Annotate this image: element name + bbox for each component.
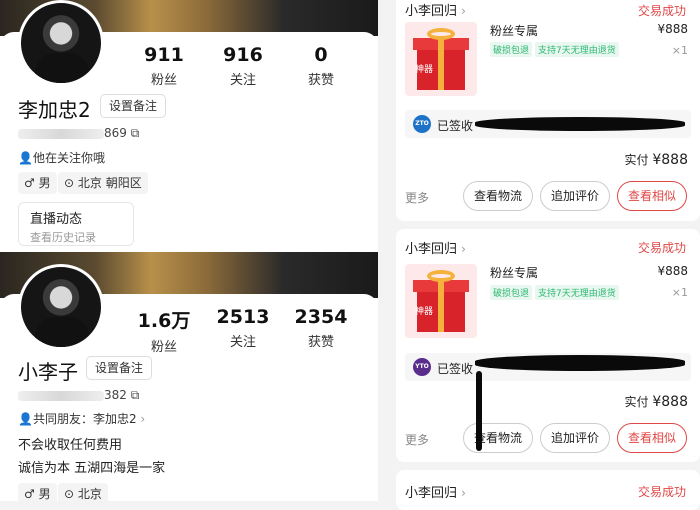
- redaction-scribble: [475, 355, 685, 371]
- chevron-right-icon: ›: [461, 486, 466, 500]
- shipping-status: 已签收: [437, 119, 474, 133]
- person-icon: 👤: [18, 151, 33, 165]
- mutual-friends[interactable]: 👤共同朋友：李加忠2 ›: [18, 410, 145, 427]
- followers-label: 粉丝: [150, 73, 177, 88]
- shop-name[interactable]: 小李回归 ›: [405, 0, 466, 19]
- shipping-row[interactable]: ZTO 已签收: [405, 110, 691, 138]
- product-image[interactable]: 神器: [405, 264, 477, 338]
- followers-stat[interactable]: 1.6万 粉丝: [129, 306, 199, 355]
- shop-name[interactable]: 小李回归 ›: [405, 238, 466, 257]
- product-image[interactable]: 神器: [405, 22, 477, 96]
- order-status: 交易成功: [637, 241, 686, 255]
- bio-line: 诚信为本 五湖四海是一家: [18, 461, 166, 476]
- bio-line: 不会收取任何费用: [18, 438, 123, 453]
- product-price: ¥888: [657, 22, 688, 36]
- location-pin-icon: ⊙: [64, 487, 75, 501]
- following-stat[interactable]: 2513 关注: [208, 306, 278, 350]
- set-remark-button[interactable]: 设置备注: [100, 94, 167, 118]
- following-label: 关注: [229, 73, 256, 88]
- live-title: 直播动态: [30, 212, 83, 227]
- chip: 破损包退: [490, 285, 533, 300]
- view-logistics-button[interactable]: 查看物流: [463, 181, 533, 211]
- shipping-status: 已签收: [437, 362, 474, 376]
- blurred-id: [18, 128, 104, 139]
- person-icon: 👤: [18, 412, 33, 426]
- user-id: 382 ⧉: [18, 388, 139, 403]
- chip: 支持7天无理由退货: [535, 42, 619, 57]
- gender-tag: ♂ 男: [18, 172, 57, 194]
- copy-icon[interactable]: ⧉: [131, 126, 140, 140]
- likes-stat[interactable]: 2354 获赞: [286, 306, 356, 350]
- following-stat[interactable]: 916 关注: [208, 44, 278, 88]
- view-logistics-button[interactable]: 查看物流: [463, 423, 533, 453]
- following-label: 关注: [229, 335, 256, 350]
- profile-name: 小李子: [18, 360, 78, 384]
- product-qty: ×1: [671, 44, 688, 57]
- gender-tag: ♂ 男: [18, 483, 57, 501]
- shipping-row[interactable]: YTO 已签收: [405, 353, 691, 381]
- order-status: 交易成功: [637, 4, 686, 18]
- chevron-right-icon: ›: [461, 242, 466, 256]
- followers-stat[interactable]: 911 粉丝: [129, 44, 199, 88]
- avatar[interactable]: [18, 0, 104, 86]
- view-similar-button[interactable]: 查看相似: [617, 181, 687, 211]
- profile-card: 911 粉丝 916 关注 0 获赞 李加忠2 设置备注 869 ⧉ 👤他在关注…: [0, 0, 378, 252]
- product-title: 粉丝专属: [490, 24, 539, 38]
- product-price: ¥888: [657, 264, 688, 278]
- chip: 支持7天无理由退货: [535, 285, 619, 300]
- order-status: 交易成功: [637, 485, 686, 499]
- location-tag: ⊙ 北京: [58, 483, 108, 501]
- likes-label: 获赞: [307, 335, 334, 350]
- service-chips: 破损包退 支持7天无理由退货: [490, 285, 622, 300]
- profile-name: 李加忠2: [18, 98, 91, 122]
- profile-card: 1.6万 粉丝 2513 关注 2354 获赞 小李子 设置备注 382 ⧉ 👤…: [0, 264, 378, 501]
- followers-label: 粉丝: [150, 340, 177, 355]
- redaction-scribble: [475, 117, 685, 131]
- likes-stat[interactable]: 0 获赞: [286, 44, 356, 88]
- relation-text: 👤他在关注你哦: [18, 151, 105, 165]
- shop-name[interactable]: 小李回归 ›: [405, 482, 466, 501]
- order-total: 实付 ¥888: [624, 394, 688, 410]
- location-pin-icon: ⊙: [64, 176, 75, 190]
- set-remark-button[interactable]: 设置备注: [86, 356, 153, 380]
- live-subtitle: 查看历史记录: [30, 231, 96, 244]
- live-history-card[interactable]: 直播动态 查看历史记录: [18, 202, 134, 246]
- order-card[interactable]: 小李回归 › 交易成功 神器 粉丝专属 ¥888 破损包退 支持7天无理由退货 ×…: [396, 229, 700, 462]
- courier-logo-icon: ZTO: [413, 115, 431, 133]
- view-similar-button[interactable]: 查看相似: [617, 423, 687, 453]
- user-id: 869 ⧉: [18, 126, 139, 141]
- copy-icon[interactable]: ⧉: [131, 388, 140, 402]
- add-review-button[interactable]: 追加评价: [540, 423, 610, 453]
- likes-label: 获赞: [307, 73, 334, 88]
- chevron-right-icon: ›: [140, 412, 146, 426]
- more-link[interactable]: 更多: [405, 431, 429, 448]
- followers-count: 911: [144, 44, 184, 66]
- add-review-button[interactable]: 追加评价: [540, 181, 610, 211]
- avatar[interactable]: [18, 264, 104, 350]
- order-card[interactable]: 小李回归 › 交易成功 神器 粉丝专属 ¥888 破损包退 支持7天无理由退货 ×…: [396, 0, 700, 221]
- following-count: 916: [223, 44, 263, 66]
- location-tag: ⊙ 北京 朝阳区: [58, 172, 148, 194]
- product-qty: ×1: [671, 286, 688, 299]
- blurred-id: [18, 390, 104, 401]
- more-link[interactable]: 更多: [405, 189, 429, 206]
- likes-count: 2354: [294, 306, 348, 328]
- following-count: 2513: [216, 306, 270, 328]
- redaction-scribble: [476, 371, 482, 451]
- order-card[interactable]: 小李回归 › 交易成功: [396, 470, 700, 510]
- service-chips: 破损包退 支持7天无理由退货: [490, 42, 622, 57]
- left-profile-panel: 911 粉丝 916 关注 0 获赞 李加忠2 设置备注 869 ⧉ 👤他在关注…: [0, 0, 378, 501]
- followers-count: 1.6万: [137, 310, 191, 332]
- chevron-right-icon: ›: [461, 4, 466, 18]
- likes-count: 0: [314, 44, 328, 66]
- orders-panel: 小李回归 › 交易成功 神器 粉丝专属 ¥888 破损包退 支持7天无理由退货 ×…: [396, 0, 700, 510]
- chip: 破损包退: [490, 42, 533, 57]
- courier-logo-icon: YTO: [413, 358, 431, 376]
- order-total: 实付 ¥888: [624, 152, 688, 168]
- product-title: 粉丝专属: [490, 266, 539, 280]
